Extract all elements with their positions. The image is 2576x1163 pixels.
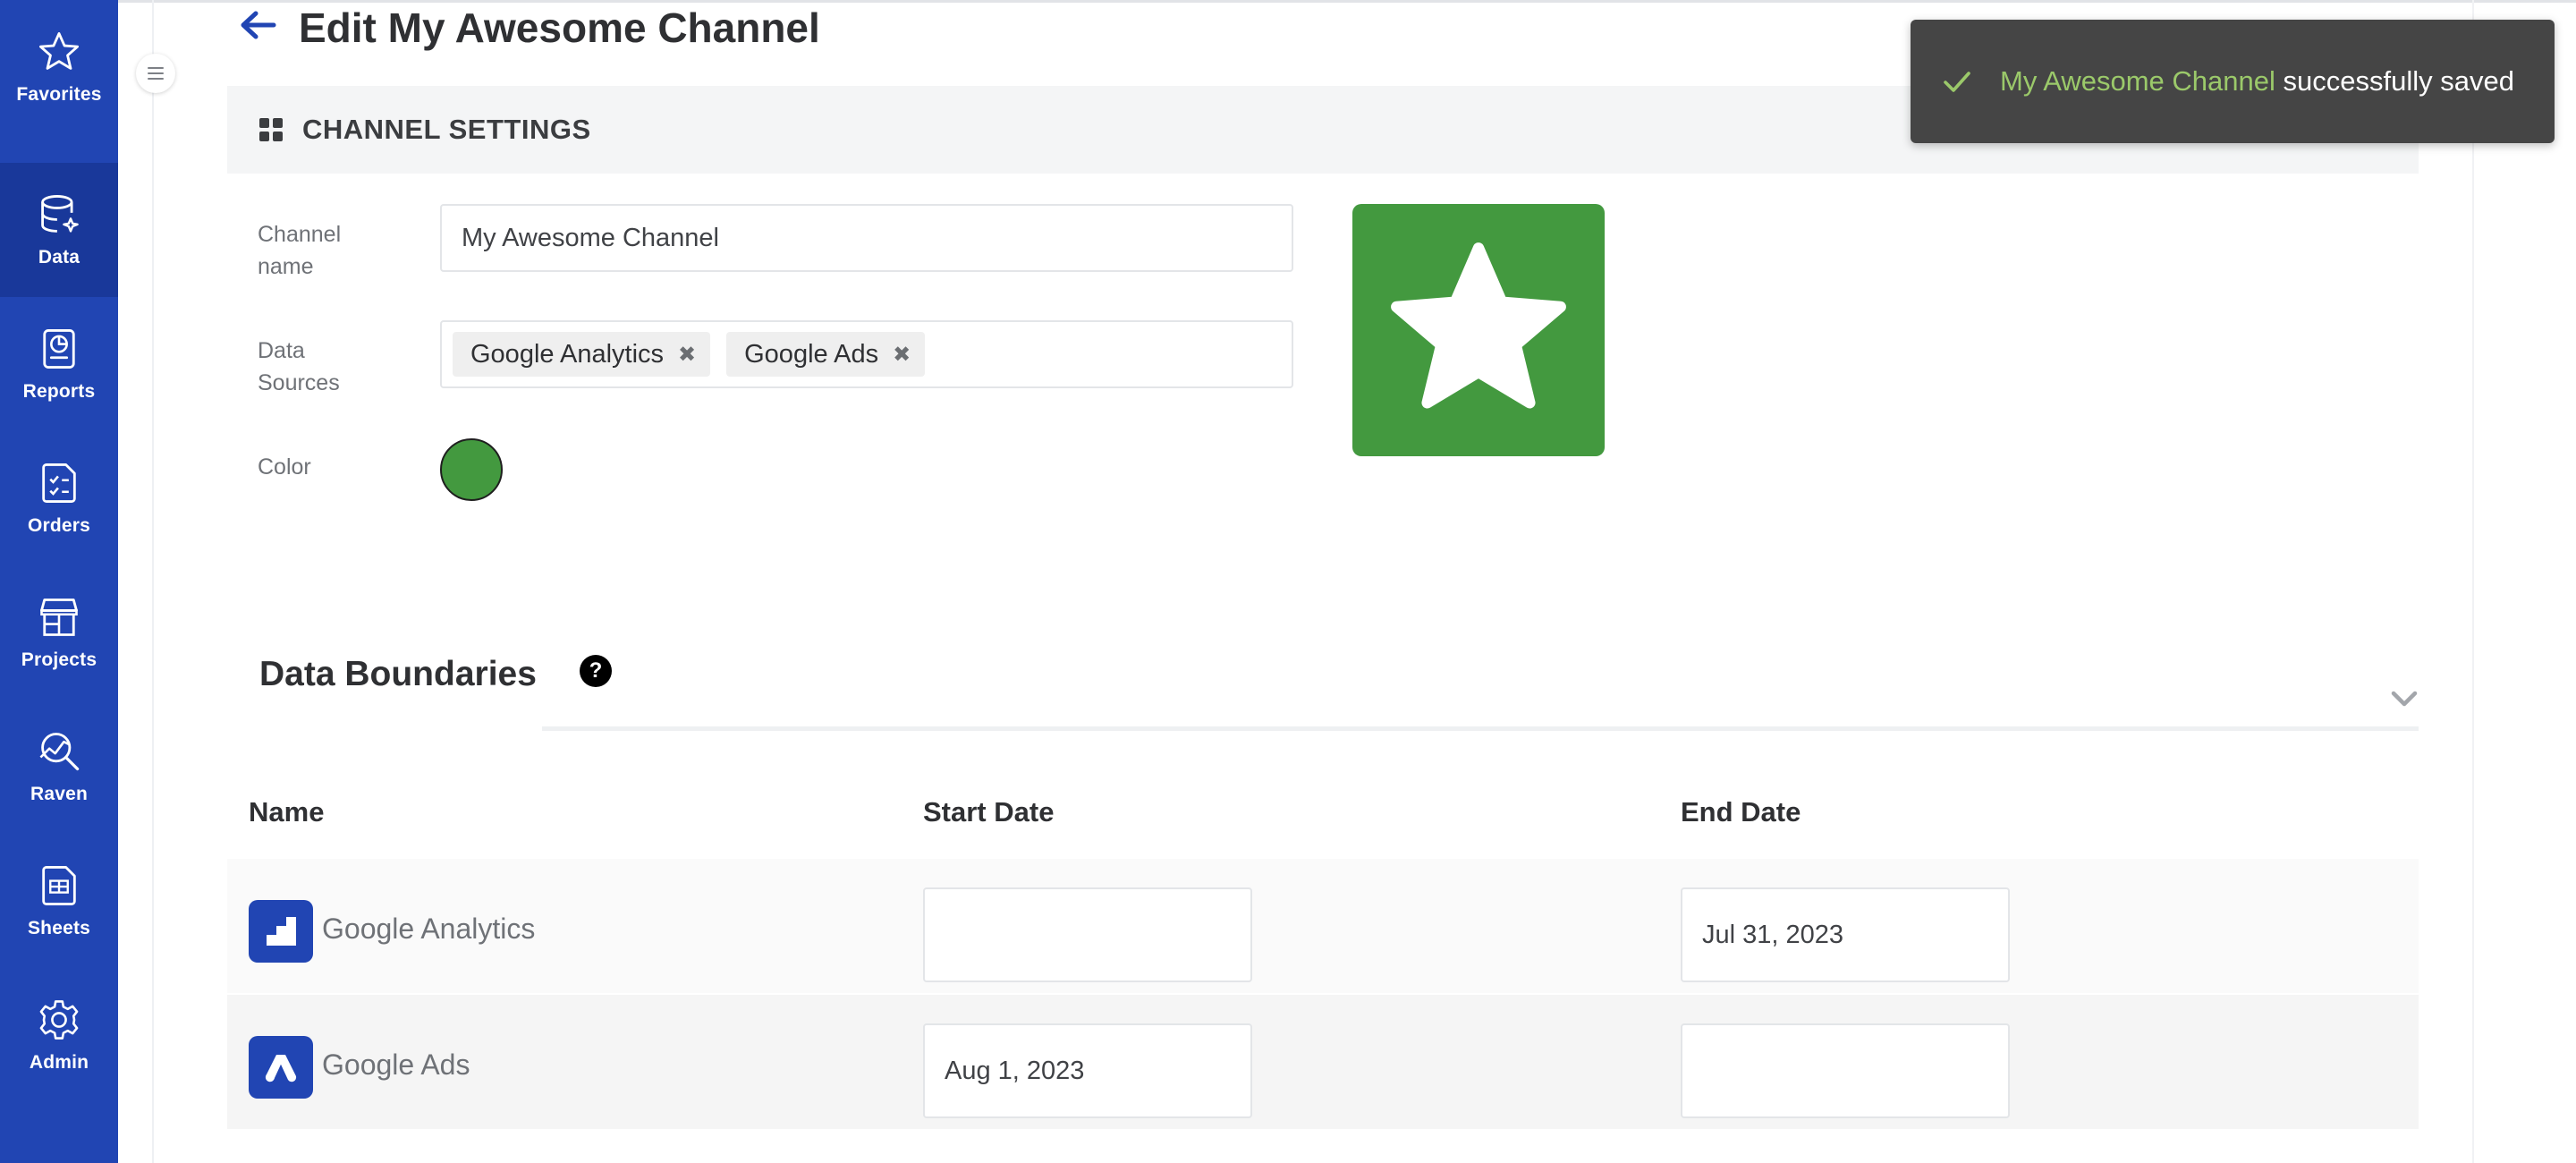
tag-label: Google Analytics: [470, 339, 665, 369]
section-title: CHANNEL SETTINGS: [302, 114, 591, 145]
sidebar-item-data[interactable]: Data: [0, 163, 118, 297]
remove-tag-icon[interactable]: ✖: [678, 342, 696, 368]
start-date-input[interactable]: [923, 1023, 1252, 1118]
channel-name-input[interactable]: [440, 204, 1293, 272]
search-trend-icon: [39, 733, 80, 771]
toast-channel-name: My Awesome Channel: [2000, 65, 2275, 97]
data-source-tag: Google Ads ✖: [726, 332, 926, 377]
data-sources-label: Data Sources: [258, 338, 340, 395]
section-divider: [542, 726, 2419, 731]
sidebar-item-label: Reports: [22, 381, 96, 402]
app-root: Favorites Data Reports Orders Projects R…: [0, 0, 2576, 1163]
report-chart-icon: [43, 329, 75, 369]
sidebar-item-label: Admin: [29, 1052, 89, 1073]
help-icon[interactable]: ?: [580, 655, 612, 687]
end-date-input[interactable]: [1681, 1023, 2010, 1118]
column-header-end-date: End Date: [1681, 796, 1801, 828]
storefront-icon: [40, 598, 78, 636]
data-source-name: Google Ads: [322, 1048, 470, 1081]
success-toast[interactable]: My Awesome Channel successfully saved: [1911, 20, 2555, 143]
data-sources-select[interactable]: Google Analytics ✖ Google Ads ✖: [440, 320, 1293, 388]
sidebar-item-label: Projects: [21, 649, 97, 670]
sidebar-item-favorites[interactable]: Favorites: [0, 0, 118, 134]
checkmark-icon: [1944, 72, 1970, 92]
end-date-input[interactable]: [1681, 887, 2010, 982]
column-header-start-date: Start Date: [923, 796, 1055, 828]
content-left-border: [152, 0, 154, 1163]
toast-message: My Awesome Channel successfully saved: [2000, 65, 2514, 98]
column-header-name: Name: [249, 796, 325, 828]
database-icon: [41, 195, 79, 233]
data-source-name: Google Analytics: [322, 913, 536, 945]
google-ads-icon: [249, 1036, 313, 1099]
chevron-down-icon[interactable]: [2388, 685, 2420, 712]
spreadsheet-icon: [42, 866, 76, 905]
remove-tag-icon[interactable]: ✖: [893, 342, 911, 368]
sidebar-item-sheets[interactable]: Sheets: [0, 834, 118, 968]
table-row: Google Ads: [227, 995, 2419, 1129]
data-boundaries-title: Data Boundaries: [259, 655, 537, 693]
channel-name-label: Channel name: [258, 222, 342, 279]
back-arrow-icon[interactable]: [238, 7, 277, 43]
channel-icon-preview[interactable]: [1352, 204, 1605, 456]
sidebar-item-orders[interactable]: Orders: [0, 431, 118, 565]
sidebar-item-admin[interactable]: Admin: [0, 968, 118, 1102]
sidebar-toggle-button[interactable]: [136, 54, 175, 93]
sidebar-item-reports[interactable]: Reports: [0, 297, 118, 431]
page-title: Edit My Awesome Channel: [299, 4, 820, 51]
toast-message-suffix: successfully saved: [2275, 65, 2514, 97]
sidebar-item-label: Sheets: [27, 918, 91, 938]
data-source-tag: Google Analytics ✖: [453, 332, 711, 377]
google-analytics-icon: [249, 900, 313, 963]
start-date-input[interactable]: [923, 887, 1252, 982]
color-picker-swatch[interactable]: [440, 438, 503, 501]
sidebar-item-label: Raven: [30, 784, 89, 804]
sidebar-item-label: Favorites: [16, 84, 102, 105]
sidebar-item-label: Orders: [27, 515, 91, 536]
content-right-border: [2472, 0, 2474, 1163]
dashboard-grid-icon: [259, 118, 283, 141]
hamburger-icon: [148, 67, 164, 80]
star-icon: [1391, 242, 1566, 409]
star-outline-icon: [39, 32, 79, 70]
table-row: Google Analytics: [227, 859, 2419, 993]
gear-icon: [39, 1000, 79, 1040]
sidebar: Favorites Data Reports Orders Projects R…: [0, 0, 118, 1163]
checklist-icon: [42, 463, 76, 503]
sidebar-item-projects[interactable]: Projects: [0, 565, 118, 700]
sidebar-item-raven[interactable]: Raven: [0, 700, 118, 834]
sidebar-item-label: Data: [38, 247, 80, 267]
color-label: Color: [258, 454, 311, 480]
tag-label: Google Ads: [744, 339, 879, 369]
